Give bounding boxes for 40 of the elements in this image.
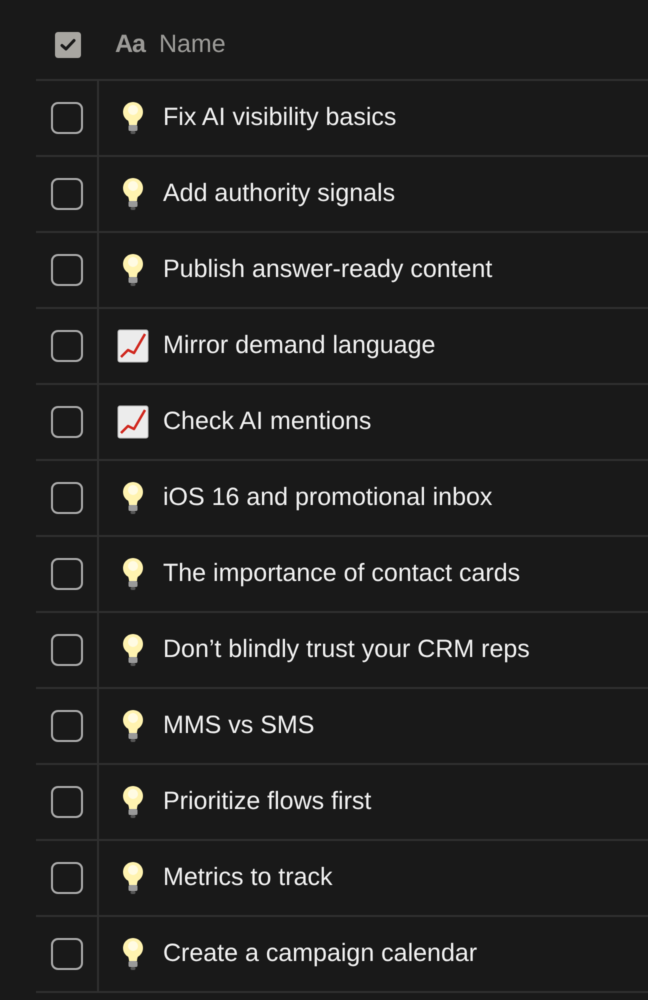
chart-increasing-icon [117, 405, 149, 439]
light-bulb-icon [121, 481, 145, 515]
row-title[interactable]: Check AI mentions [163, 403, 372, 441]
row-title[interactable]: Fix AI visibility basics [163, 99, 396, 137]
row-title[interactable]: Add authority signals [163, 175, 396, 213]
row-title[interactable]: Create a campaign calendar [163, 935, 478, 973]
check-icon [60, 38, 76, 52]
row-title[interactable]: Metrics to track [163, 859, 332, 897]
light-bulb-icon [121, 101, 145, 135]
checkbox[interactable] [50, 254, 82, 286]
text-type-icon: Aa [115, 26, 145, 64]
light-bulb-icon [121, 253, 145, 287]
light-bulb-icon [121, 709, 145, 743]
checkbox[interactable] [50, 938, 82, 970]
checkbox[interactable] [50, 330, 82, 362]
row-title[interactable]: Publish answer-ready content [163, 251, 492, 289]
row-title[interactable]: Mirror demand language [163, 327, 436, 365]
light-bulb-icon [121, 633, 145, 667]
light-bulb-icon [121, 785, 145, 819]
row-title[interactable]: The importance of contact cards [163, 555, 520, 593]
light-bulb-icon [121, 937, 145, 971]
checkbox[interactable] [50, 178, 82, 210]
checkbox[interactable] [50, 558, 82, 590]
checkbox[interactable] [50, 710, 82, 742]
row-title[interactable]: MMS vs SMS [163, 707, 314, 745]
chart-increasing-icon [117, 329, 149, 363]
checkbox[interactable] [50, 406, 82, 438]
light-bulb-icon [121, 861, 145, 895]
light-bulb-icon [121, 177, 145, 211]
checkbox[interactable] [50, 102, 82, 134]
row-title[interactable]: Prioritize flows first [163, 783, 372, 821]
checkbox[interactable] [50, 634, 82, 666]
light-bulb-icon [121, 557, 145, 591]
row-title[interactable]: Don’t blindly trust your CRM reps [163, 631, 530, 669]
checkbox[interactable] [50, 786, 82, 818]
checkbox[interactable] [50, 862, 82, 894]
checkbox[interactable] [50, 482, 82, 514]
checkbox[interactable] [54, 32, 80, 58]
column-header: Name [158, 28, 226, 60]
row-title[interactable]: iOS 16 and promotional inbox [163, 479, 492, 517]
